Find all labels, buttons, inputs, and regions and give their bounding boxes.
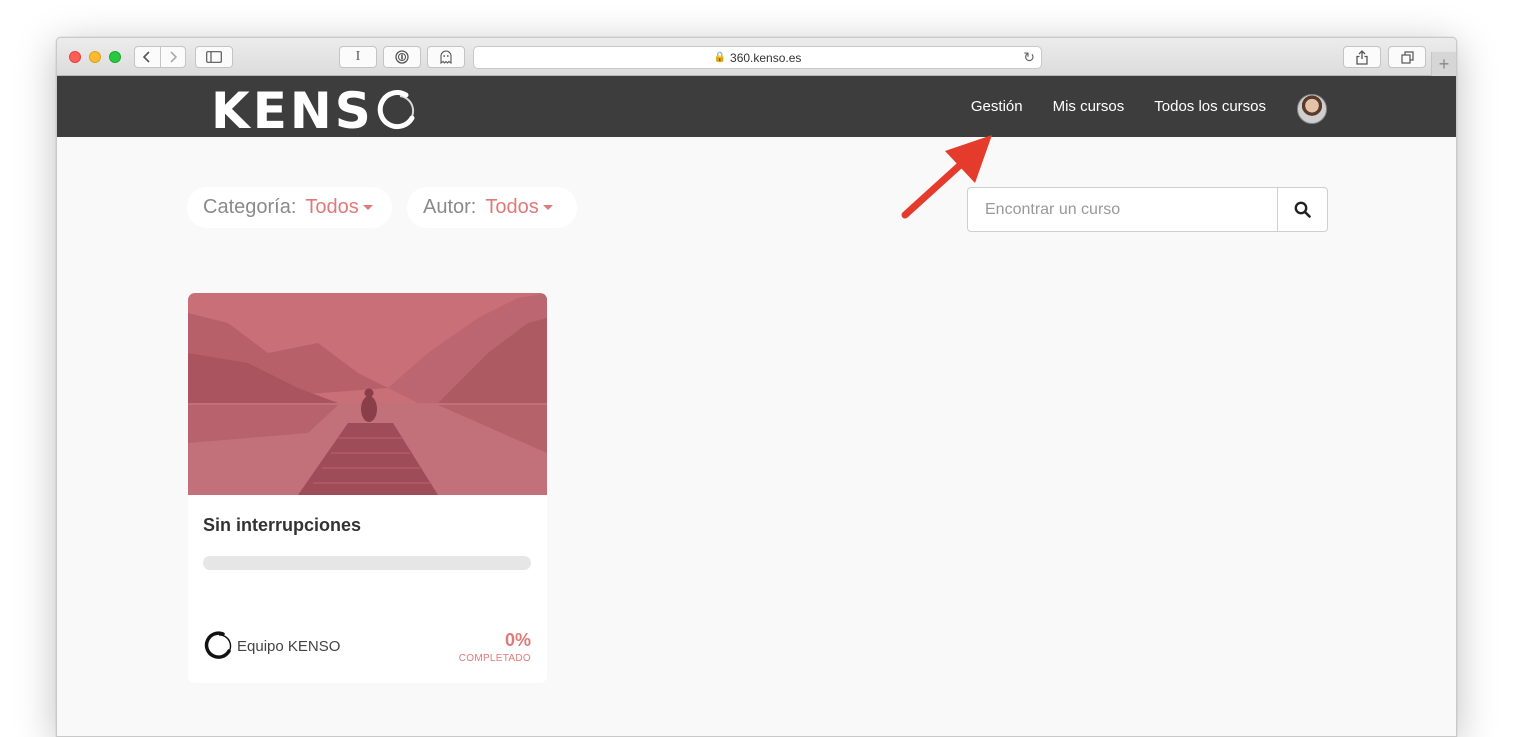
course-author: Equipo KENSO <box>203 631 340 661</box>
course-progress-bar <box>203 556 531 570</box>
caret-down-icon <box>542 205 553 210</box>
course-title[interactable]: Sin interrupciones <box>203 515 361 536</box>
new-tab-button[interactable]: + <box>1431 52 1456 76</box>
category-filter-label: Categoría: <box>203 196 297 218</box>
annotation-arrow-icon <box>901 135 992 219</box>
course-progress-percent: 0% <box>504 630 531 650</box>
plus-icon: + <box>1438 54 1450 74</box>
course-search <box>967 187 1328 232</box>
browser-window: I 🔒 360.kenso.es ↻ + KENS Gestión Mis cu… <box>56 37 1457 737</box>
nav-link-gestion[interactable]: Gestión <box>971 98 1023 115</box>
zoom-window-button[interactable] <box>109 51 121 63</box>
search-icon <box>1294 201 1311 218</box>
site-navbar: KENS Gestión Mis cursos Todos los cursos <box>57 76 1456 140</box>
nav-link-mis-cursos[interactable]: Mis cursos <box>1053 98 1125 115</box>
ghost-icon <box>440 50 452 64</box>
address-bar-url: 360.kenso.es <box>730 50 802 65</box>
lock-icon: 🔒 <box>713 52 727 63</box>
minimize-window-button[interactable] <box>89 51 101 63</box>
category-filter-value: Todos <box>305 196 359 218</box>
course-card[interactable]: Sin interrupciones Equipo KENSO 0% COMPL… <box>188 293 547 683</box>
tabs-icon <box>1400 50 1414 64</box>
forward-button[interactable] <box>159 47 185 67</box>
sidebar-toggle-button[interactable] <box>195 46 233 68</box>
back-button[interactable] <box>135 47 160 67</box>
author-filter[interactable]: Autor: Todos <box>407 187 577 228</box>
reload-icon[interactable]: ↻ <box>1023 49 1035 66</box>
tab-overview-button[interactable] <box>1388 46 1426 68</box>
password-manager-icon <box>395 50 409 64</box>
password-manager-button[interactable] <box>383 46 421 68</box>
browser-toolbar: I 🔒 360.kenso.es ↻ + <box>57 38 1456 76</box>
address-bar[interactable]: 🔒 360.kenso.es ↻ <box>473 46 1042 69</box>
share-button[interactable] <box>1343 46 1381 68</box>
search-button[interactable] <box>1277 188 1327 231</box>
author-filter-value: Todos <box>485 196 539 218</box>
course-thumbnail <box>188 293 547 495</box>
history-nav-group <box>134 46 186 68</box>
enso-circle-icon <box>204 631 232 659</box>
author-filter-label: Autor: <box>423 196 477 218</box>
course-author-name: Equipo KENSO <box>237 637 341 655</box>
caret-down-icon <box>362 205 373 210</box>
main-nav: Gestión Mis cursos Todos los cursos <box>971 98 1266 115</box>
enso-circle-icon <box>377 90 415 130</box>
share-icon <box>1356 49 1368 65</box>
logo-text: KENS <box>211 82 374 140</box>
close-window-button[interactable] <box>69 51 81 63</box>
kenso-logo[interactable]: KENS <box>211 82 418 140</box>
sidebar-icon <box>206 51 222 63</box>
ghostery-extension-button[interactable] <box>427 46 465 68</box>
search-input[interactable] <box>968 188 1277 231</box>
chevron-right-icon <box>170 51 177 63</box>
reader-extension-button[interactable]: I <box>339 46 377 68</box>
chevron-left-icon <box>143 51 151 63</box>
text-cursor-icon: I <box>355 49 361 64</box>
category-filter[interactable]: Categoría: Todos <box>187 187 392 228</box>
user-avatar[interactable] <box>1297 94 1327 124</box>
nav-link-todos-los-cursos[interactable]: Todos los cursos <box>1154 98 1266 115</box>
course-progress-label: COMPLETADO <box>458 653 531 664</box>
